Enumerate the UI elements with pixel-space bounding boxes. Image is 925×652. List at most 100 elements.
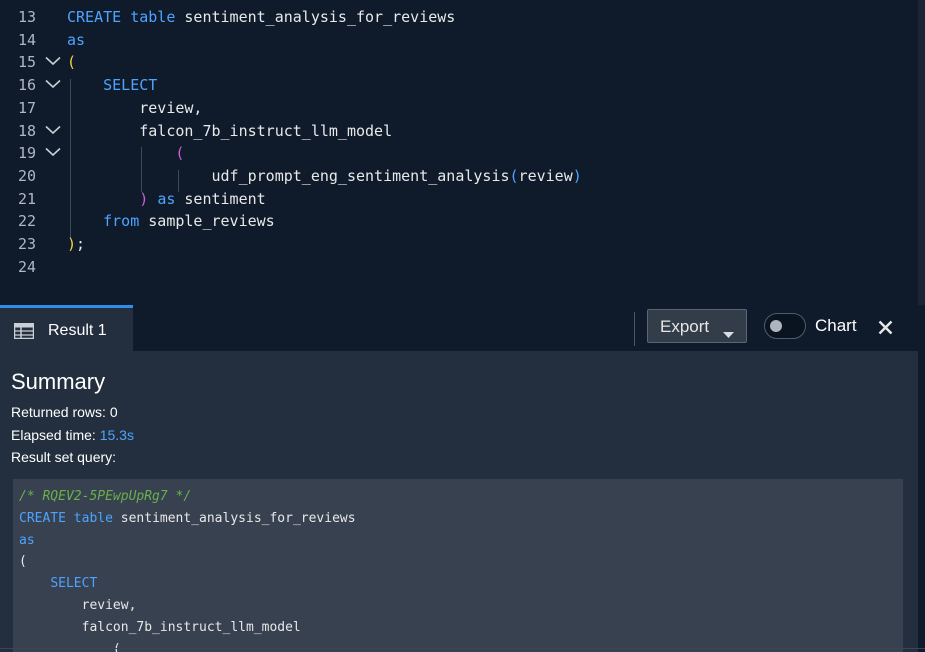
code-token: ( xyxy=(67,53,77,72)
elapsed-time-label: Elapsed time: xyxy=(11,427,100,443)
code-line: 19 ( xyxy=(0,142,918,164)
code-line: 23); xyxy=(0,233,918,255)
query-line: as xyxy=(19,530,35,552)
export-label: Export xyxy=(660,317,710,336)
code-token: sentiment_analysis_for_reviews xyxy=(175,8,456,26)
query-line: ( xyxy=(19,639,121,652)
line-number: 22 xyxy=(17,212,36,231)
returned-rows-label: Returned rows: xyxy=(11,404,110,420)
tab-result-1[interactable]: Result 1 xyxy=(0,305,133,351)
query-line: falcon_7b_instruct_llm_model xyxy=(19,617,301,639)
code-text: ( xyxy=(67,51,76,73)
returned-rows-value: 0 xyxy=(109,404,118,420)
code-token: ; xyxy=(76,235,86,253)
line-number: 21 xyxy=(17,189,36,208)
code-line: 21 ) as sentiment xyxy=(0,188,918,210)
line-number: 20 xyxy=(17,166,36,185)
table-icon xyxy=(13,322,35,344)
code-text: ( xyxy=(67,142,184,164)
code-line: 17 review, xyxy=(0,97,918,119)
query-token: /* RQEV2-5PEwpUpRg7 */ xyxy=(19,489,192,504)
code-text: ) as sentiment xyxy=(67,188,266,210)
returned-rows: Returned rows: 0 xyxy=(11,404,118,420)
fold-chevron-icon[interactable] xyxy=(45,74,63,96)
close-icon[interactable] xyxy=(878,320,893,340)
code-token: ) xyxy=(139,189,149,208)
fold-chevron-icon[interactable] xyxy=(45,51,63,73)
code-line: 16 SELECT xyxy=(0,74,918,96)
code-text: as xyxy=(67,29,85,51)
code-token: from xyxy=(103,212,140,231)
editor-scrollbar[interactable] xyxy=(918,0,925,305)
line-number: 17 xyxy=(17,98,36,117)
toolbar-divider xyxy=(634,312,635,346)
code-line: 15 ( xyxy=(0,51,918,73)
query-token: sentiment_analysis_for_reviews xyxy=(112,510,356,526)
query-token: review, xyxy=(19,598,137,613)
code-token: sample_reviews xyxy=(139,212,275,231)
code-token: SELECT xyxy=(103,76,158,95)
query-line: /* RQEV2-5PEwpUpRg7 */ xyxy=(19,486,191,508)
code-line: 24 xyxy=(0,256,918,278)
code-text: from sample_reviews xyxy=(67,210,275,232)
code-token: review xyxy=(518,166,573,185)
code-token: falcon_7b_instruct_llm_model xyxy=(67,121,393,140)
code-token: as xyxy=(67,30,86,49)
fold-chevron-icon[interactable] xyxy=(45,120,63,142)
summary-title: Summary xyxy=(11,369,106,394)
code-line: 18 falcon_7b_instruct_llm_model xyxy=(0,120,918,142)
query-token: falcon_7b_instruct_llm_model xyxy=(19,619,301,635)
code-token: as xyxy=(157,189,176,208)
query-token: SELECT xyxy=(50,576,98,592)
query-line: review, xyxy=(19,595,137,617)
query-line: ( xyxy=(19,551,27,573)
query-token: ( xyxy=(19,641,121,652)
result-set-query-label: Result set query: xyxy=(11,449,117,465)
tab-label: Result 1 xyxy=(48,322,107,339)
code-text: SELECT xyxy=(67,74,157,96)
query-token xyxy=(66,511,74,526)
fold-chevron-icon[interactable] xyxy=(45,142,63,164)
line-number: 16 xyxy=(17,76,36,95)
elapsed-time-value: 15.3s xyxy=(99,427,134,443)
caret-down-icon xyxy=(723,324,734,344)
code-token: CREATE xyxy=(67,8,122,26)
code-token: ( xyxy=(509,166,519,185)
results-panel: Summary Returned rows: 0 Elapsed time: 1… xyxy=(0,351,918,652)
line-number: 13 xyxy=(17,8,36,26)
query-token: CREATE xyxy=(19,510,66,526)
query-token xyxy=(19,576,50,591)
result-set-query[interactable]: /* RQEV2-5PEwpUpRg7 */ CREATE table senti… xyxy=(13,479,903,652)
line-number: 23 xyxy=(17,235,36,253)
chart-label: Chart xyxy=(815,316,857,335)
query-token: as xyxy=(19,532,35,548)
code-token: udf_prompt_eng_sentiment_analysis xyxy=(67,166,510,185)
code-line: 13 CREATE table sentiment_analysis_for_re… xyxy=(0,6,918,28)
line-number: 19 xyxy=(17,144,36,163)
sql-editor[interactable]: 13 CREATE table sentiment_analysis_for_re… xyxy=(0,0,918,305)
code-line: 20 udf_prompt_eng_sentiment_analysis(rev… xyxy=(0,165,918,187)
code-text: falcon_7b_instruct_llm_model xyxy=(67,120,392,142)
code-text: udf_prompt_eng_sentiment_analysis(review… xyxy=(67,165,582,187)
code-token: review, xyxy=(67,98,203,117)
panel-scrollbar[interactable] xyxy=(918,351,925,652)
code-token: ( xyxy=(175,144,185,163)
code-token: sentiment xyxy=(175,189,266,208)
line-number: 14 xyxy=(17,30,36,49)
chart-toggle[interactable] xyxy=(764,313,806,339)
code-text: review, xyxy=(67,97,202,119)
code-line: 14 as xyxy=(0,29,918,51)
line-number: 15 xyxy=(17,53,36,72)
code-text: CREATE table sentiment_analysis_for_revi… xyxy=(67,6,455,28)
bottom-divider xyxy=(0,648,925,649)
toggle-knob xyxy=(770,320,782,332)
code-token: ) xyxy=(572,166,582,185)
export-button[interactable]: Export xyxy=(647,309,747,343)
code-token: table xyxy=(130,8,176,26)
